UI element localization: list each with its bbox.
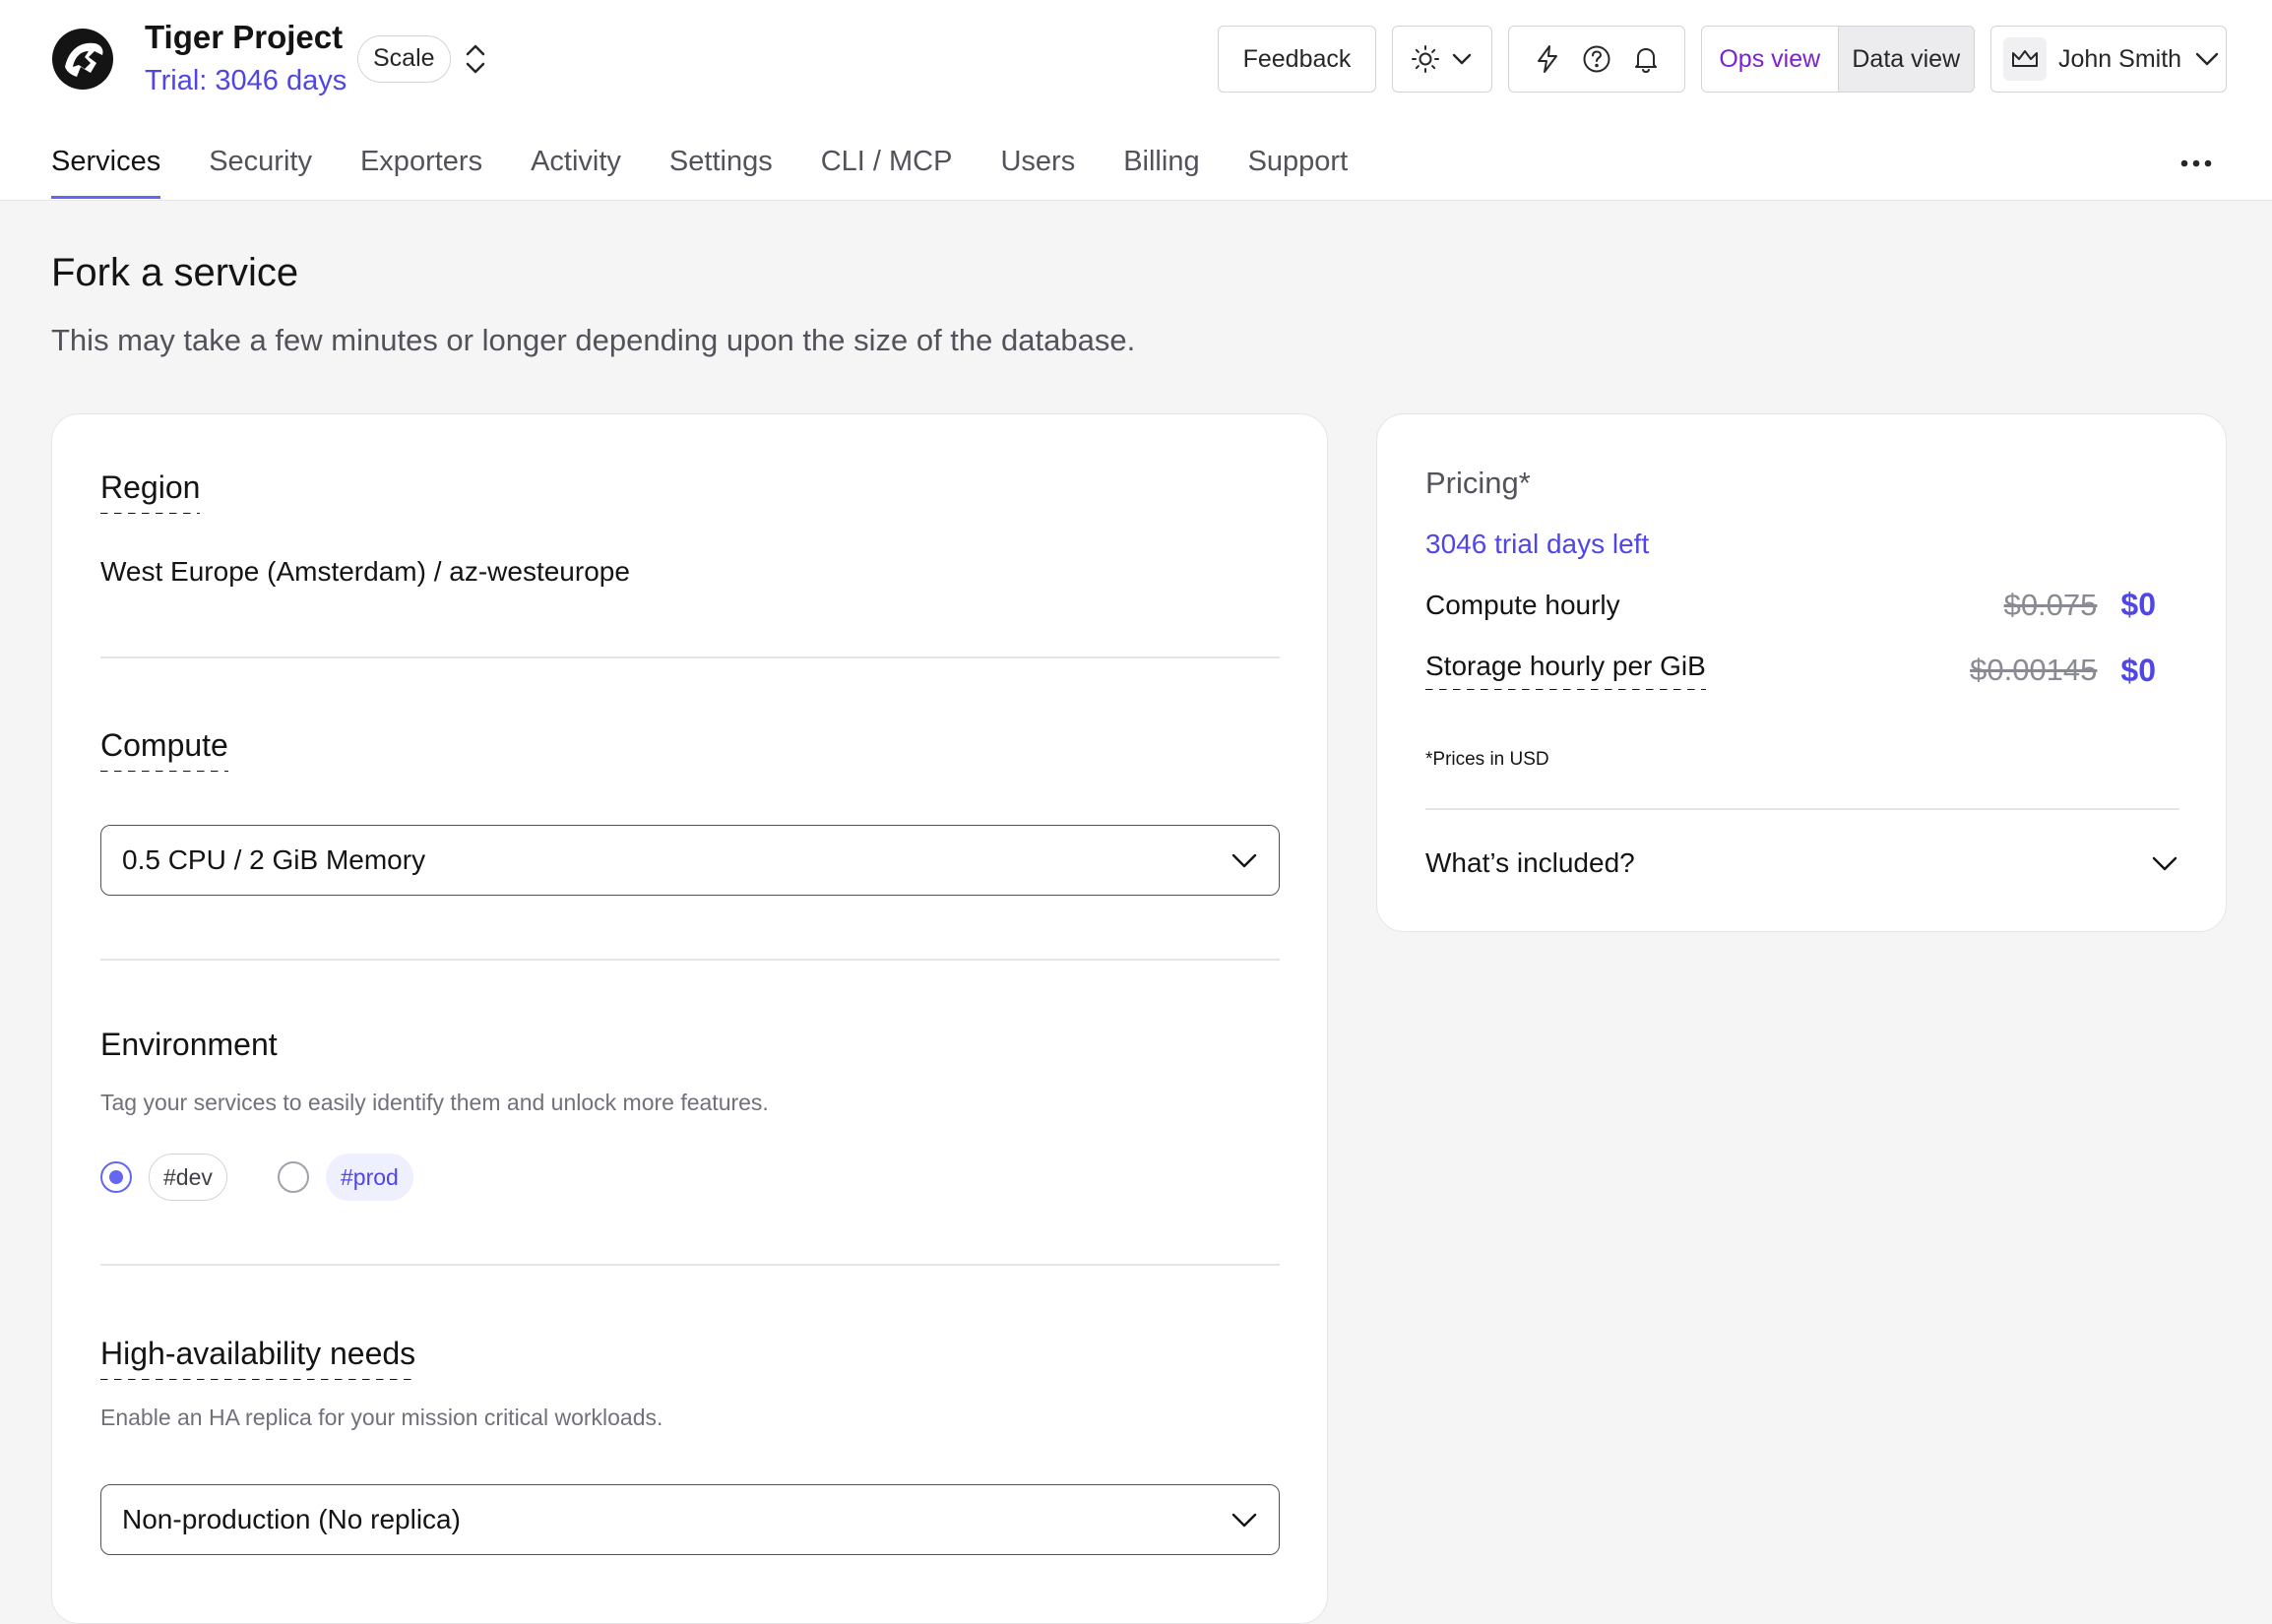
environment-radio-dev[interactable] <box>100 1161 132 1193</box>
divider <box>100 1264 1280 1266</box>
ops-view-button[interactable]: Ops view <box>1702 27 1839 92</box>
tab-users[interactable]: Users <box>1000 146 1075 199</box>
environment-chip-prod[interactable]: #prod <box>326 1154 413 1201</box>
compute-label[interactable]: Compute <box>100 727 228 772</box>
new-price: $0 <box>2120 587 2156 622</box>
more-icon[interactable] <box>2179 154 2213 173</box>
chevron-down-icon <box>2193 45 2221 73</box>
chevron-up-down-icon[interactable] <box>461 41 490 77</box>
bell-icon[interactable] <box>1630 43 1662 75</box>
whats-included-toggle[interactable]: What’s included? <box>1425 847 2179 879</box>
price-row-compute: Compute hourly $0.075 $0 <box>1425 587 2156 623</box>
price-name: Compute hourly <box>1425 589 1620 620</box>
lightning-icon[interactable] <box>1532 43 1563 75</box>
quick-actions-group <box>1508 26 1685 93</box>
tab-settings[interactable]: Settings <box>669 146 773 199</box>
ha-label[interactable]: High-availability needs <box>100 1336 416 1380</box>
project-name: Tiger Project <box>145 19 344 55</box>
divider <box>100 656 1280 658</box>
crown-icon <box>2003 37 2047 81</box>
chevron-down-icon <box>1230 1505 1259 1534</box>
tab-cli-mcp[interactable]: CLI / MCP <box>821 146 953 199</box>
chevron-down-icon <box>2150 848 2179 878</box>
logo-icon[interactable] <box>51 28 114 91</box>
ha-selected-value: Non-production (No replica) <box>122 1504 461 1534</box>
user-menu-button[interactable]: John Smith <box>1990 26 2227 93</box>
prices-footnote: *Prices in USD <box>1425 749 1549 770</box>
ha-help-text: Enable an HA replica for your mission cr… <box>100 1405 663 1430</box>
data-view-button[interactable]: Data view <box>1839 27 1975 92</box>
view-switcher: Ops view Data view <box>1701 26 1975 93</box>
user-name: John Smith <box>2058 44 2182 73</box>
trial-status[interactable]: Trial: 3046 days <box>145 65 347 97</box>
tab-security[interactable]: Security <box>209 146 312 199</box>
divider <box>1425 808 2179 810</box>
region-value: West Europe (Amsterdam) / az-westeurope <box>100 556 630 587</box>
price-row-storage: Storage hourly per GiB $0.00145 $0 <box>1425 651 2156 690</box>
whats-included-label: What’s included? <box>1425 847 1635 878</box>
tab-services[interactable]: Services <box>51 146 161 199</box>
environment-chip-dev[interactable]: #dev <box>149 1154 227 1201</box>
tab-exporters[interactable]: Exporters <box>360 146 482 199</box>
chevron-down-icon <box>1230 845 1259 875</box>
region-label[interactable]: Region <box>100 469 201 514</box>
price-name[interactable]: Storage hourly per GiB <box>1425 651 1706 690</box>
ha-select[interactable]: Non-production (No replica) <box>100 1484 1280 1555</box>
feedback-label: Feedback <box>1242 44 1352 73</box>
tab-support[interactable]: Support <box>1248 146 1349 199</box>
main-tabs: Services Security Exporters Activity Set… <box>51 146 1348 199</box>
tab-activity[interactable]: Activity <box>531 146 621 199</box>
old-price: $0.075 <box>2003 587 2098 622</box>
pricing-card: Pricing* 3046 trial days left Compute ho… <box>1376 413 2227 932</box>
compute-selected-value: 0.5 CPU / 2 GiB Memory <box>122 844 426 875</box>
sun-icon <box>1411 44 1440 74</box>
environment-help-text: Tag your services to easily identify the… <box>100 1090 769 1115</box>
page-subtitle: This may take a few minutes or longer de… <box>51 323 1136 357</box>
top-header: Tiger Project Trial: 3046 days Scale Fee… <box>0 0 2272 201</box>
chevron-down-icon <box>1450 47 1474 71</box>
old-price: $0.00145 <box>1970 653 2098 687</box>
pricing-title: Pricing* <box>1425 466 1531 500</box>
tab-billing[interactable]: Billing <box>1123 146 1199 199</box>
new-price: $0 <box>2120 652 2156 688</box>
compute-select[interactable]: 0.5 CPU / 2 GiB Memory <box>100 825 1280 896</box>
plan-badge: Scale <box>357 35 451 83</box>
theme-toggle-button[interactable] <box>1392 26 1492 93</box>
divider <box>100 959 1280 961</box>
help-icon[interactable] <box>1581 43 1612 75</box>
environment-radio-prod[interactable] <box>278 1161 309 1193</box>
fork-form-card: Region West Europe (Amsterdam) / az-west… <box>51 413 1328 1624</box>
environment-label: Environment <box>100 1027 278 1062</box>
feedback-button[interactable]: Feedback <box>1218 26 1376 93</box>
trial-days-left: 3046 trial days left <box>1425 529 1650 559</box>
page-title: Fork a service <box>51 251 299 294</box>
